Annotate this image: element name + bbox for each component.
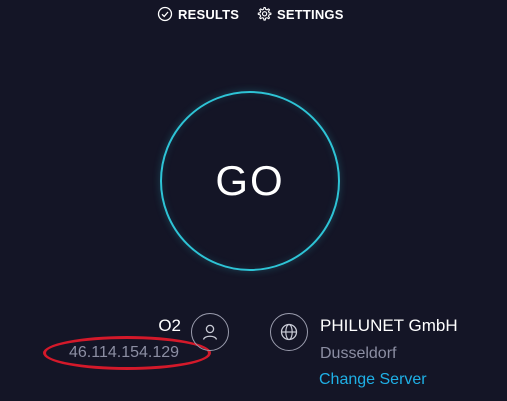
server-city: Dusseldorf (320, 345, 397, 362)
go-button[interactable]: GO (160, 91, 340, 271)
results-link[interactable]: RESULTS (157, 6, 239, 22)
globe-icon (280, 323, 298, 341)
isp-icon-circle[interactable] (191, 313, 229, 351)
change-server-link[interactable]: Change Server (319, 371, 427, 389)
gear-icon (257, 6, 272, 21)
red-annotation-ellipse (43, 336, 211, 370)
check-circle-icon (157, 6, 173, 22)
top-nav: RESULTS SETTINGS (0, 0, 507, 30)
settings-link[interactable]: SETTINGS (256, 6, 344, 22)
settings-label: SETTINGS (277, 6, 344, 22)
results-label: RESULTS (178, 6, 240, 22)
server-icon-circle[interactable] (270, 313, 308, 351)
user-icon (202, 324, 218, 340)
go-button-wrap: GO (160, 91, 340, 271)
isp-name: O2 (158, 316, 181, 335)
go-label: GO (215, 157, 285, 204)
server-name: PHILUNET GmbH (320, 316, 458, 335)
